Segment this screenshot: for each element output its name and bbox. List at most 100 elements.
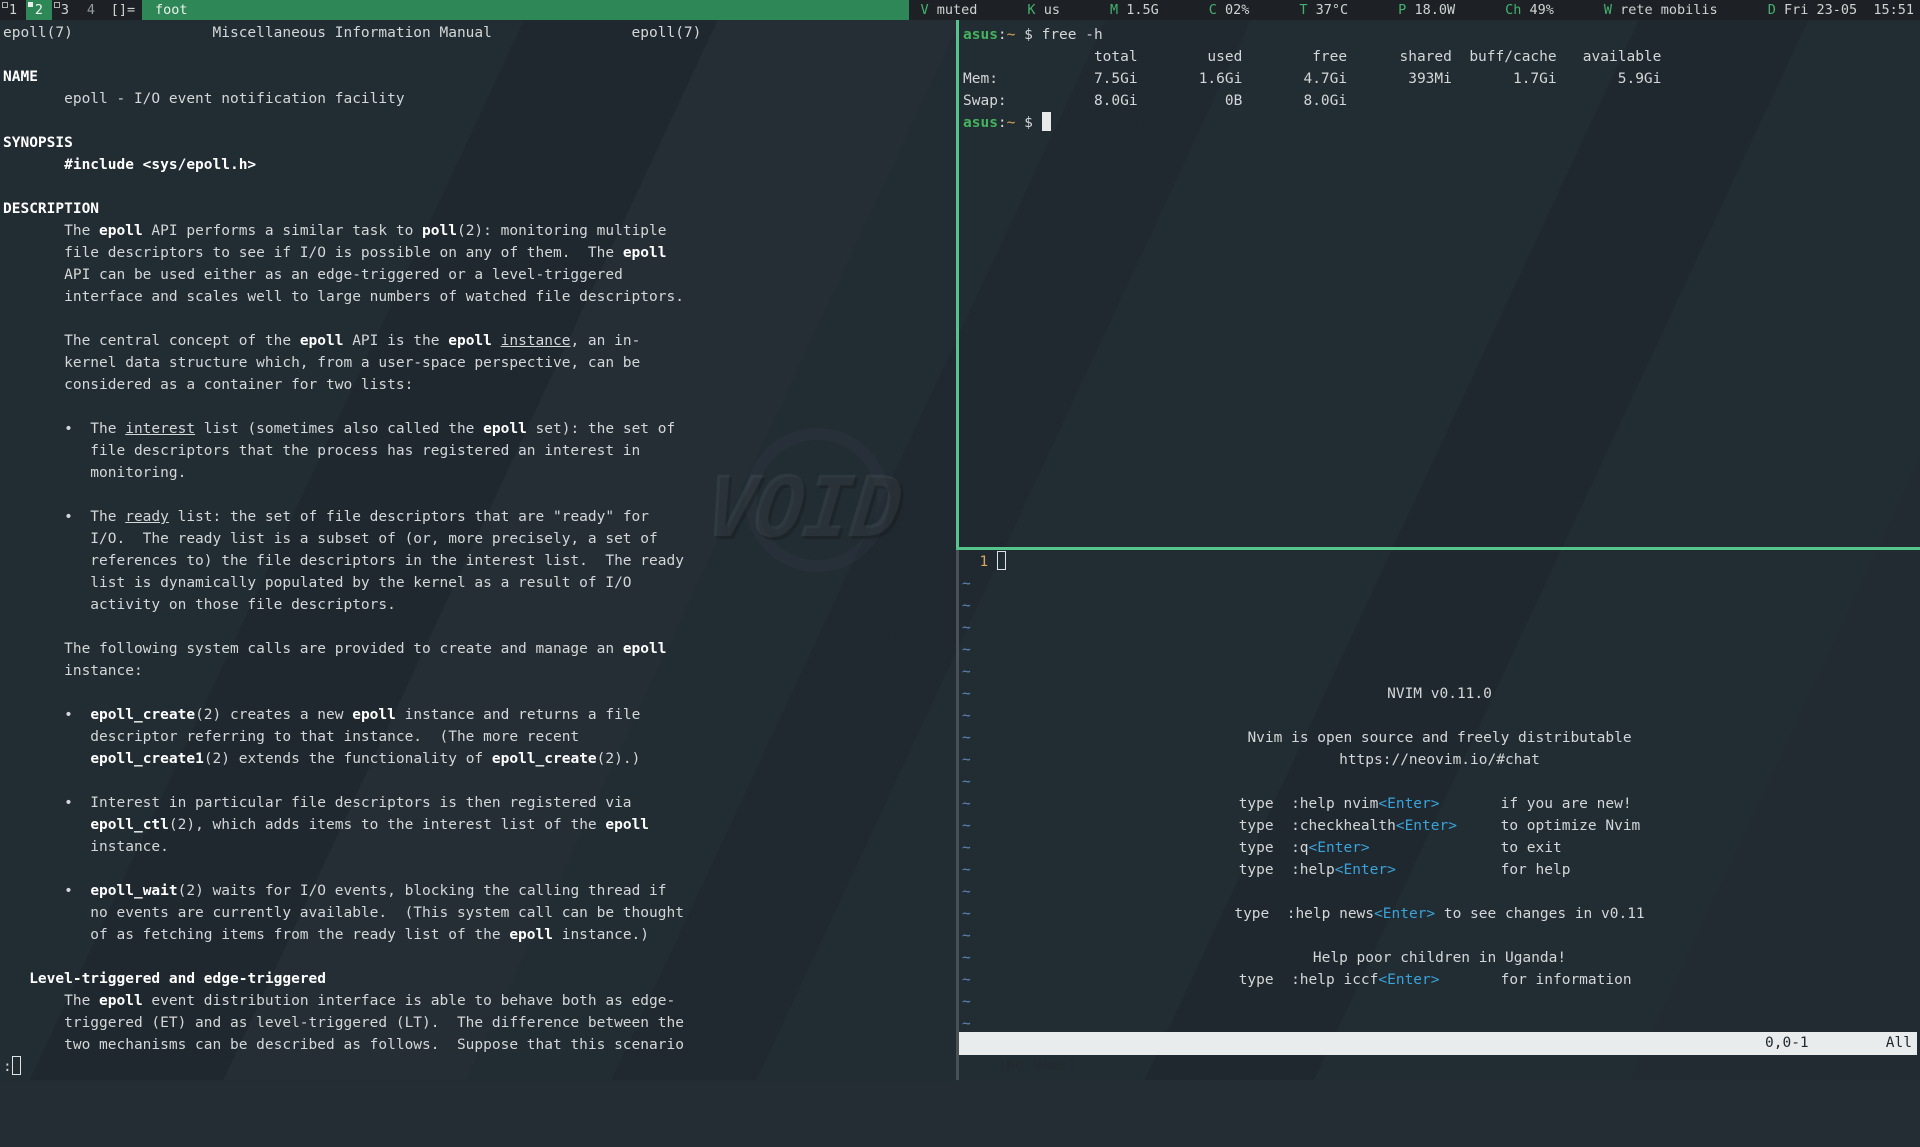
shell-cursor — [1042, 112, 1051, 131]
tilde-marker: ~ — [962, 906, 971, 922]
man-line: epoll(7) Miscellaneous Information Manua… — [0, 22, 956, 44]
tag-label: 3 — [61, 2, 69, 18]
tilde-marker: ~ — [962, 620, 971, 636]
status-item: Ch 49% — [1505, 0, 1554, 20]
man-line — [0, 484, 956, 506]
man-line — [0, 946, 956, 968]
terminal-output-line: Mem: 7.5Gi 1.6Gi 4.7Gi 393Mi 1.7Gi 5.9Gi — [959, 68, 1920, 90]
tilde-marker: ~ — [962, 840, 971, 856]
prompt-row: asus:~ $ — [959, 112, 1920, 134]
pager-cursor — [12, 1056, 21, 1075]
layout-indicator[interactable]: []= — [104, 0, 142, 20]
tilde-marker: ~ — [962, 730, 971, 746]
man-line: file descriptors that the process has re… — [0, 440, 956, 462]
nvim-row: ~type :q<Enter> to exit — [959, 815, 1920, 837]
neovim-window[interactable]: 1 ~~~~~NVIM v0.11.0~~Nvim is open source… — [959, 550, 1920, 1080]
man-line: #include <sys/epoll.h> — [0, 154, 956, 176]
man-page-terminal[interactable]: epoll(7) Miscellaneous Information Manua… — [0, 20, 956, 1082]
man-line: epoll - I/O event notification facility — [0, 88, 956, 110]
workspace-tag[interactable]: 3 — [52, 0, 78, 20]
tilde-marker: ~ — [962, 884, 971, 900]
nvim-row: ~type :help<Enter> for help — [959, 837, 1920, 859]
tilde-marker: ~ — [962, 664, 971, 680]
man-line: DESCRIPTION — [0, 198, 956, 220]
workspace-tag[interactable]: 2 — [26, 0, 52, 20]
status-item: V muted — [921, 0, 978, 20]
man-line — [0, 308, 956, 330]
terminal-rows: asus:~ $ free -h total used free shared … — [959, 24, 1920, 134]
prompt-symbol: $ — [1015, 115, 1041, 131]
man-line — [0, 396, 956, 418]
man-line: no events are currently available. (This… — [0, 902, 956, 924]
nvim-row: ~ — [959, 573, 1920, 595]
status-item: P 18.0W — [1398, 0, 1455, 20]
tag-occupied-indicator — [28, 2, 33, 7]
prompt-symbol: $ — [1015, 27, 1041, 43]
line-number: 1 — [962, 554, 997, 570]
window-border-unfocused-left — [956, 550, 959, 1080]
window-border-focused-left — [956, 20, 959, 547]
tilde-marker: ~ — [962, 950, 971, 966]
tilde-marker: ~ — [962, 752, 971, 768]
tilde-marker: ~ — [962, 1016, 971, 1032]
man-line: • The interest list (sometimes also call… — [0, 418, 956, 440]
window-border-focused-bottom — [956, 547, 1920, 550]
nvim-row: ~Nvim is open source and freely distribu… — [959, 705, 1920, 727]
man-line: interface and scales well to large numbe… — [0, 286, 956, 308]
status-item-key: V — [921, 2, 929, 18]
man-line: SYNOPSIS — [0, 132, 956, 154]
man-line — [0, 616, 956, 638]
prompt-row: asus:~ $ free -h — [959, 24, 1920, 46]
shell-terminal[interactable]: asus:~ $ free -h total used free shared … — [959, 20, 1920, 552]
nvim-row: ~ — [959, 991, 1920, 1013]
workspace-tag[interactable]: 4 — [78, 0, 104, 20]
man-line: of as fetching items from the ready list… — [0, 924, 956, 946]
man-line: • epoll_create(2) creates a new epoll in… — [0, 704, 956, 726]
man-line: monitoring. — [0, 462, 956, 484]
status-item-value: 18.0W — [1406, 2, 1455, 18]
status-item-key: T — [1299, 2, 1307, 18]
man-line: epoll_create1(2) extends the functionali… — [0, 748, 956, 770]
nvim-buffer-row: 1 — [959, 551, 1920, 573]
tilde-marker: ~ — [962, 576, 971, 592]
tag-label: 2 — [35, 2, 43, 18]
tag-label: 1 — [9, 2, 17, 18]
nvim-row: ~type :help iccf<Enter> for information — [959, 947, 1920, 969]
status-item-value: 49% — [1521, 2, 1554, 18]
workspace-tag[interactable]: 1 — [0, 0, 26, 20]
status-item-key: K — [1027, 2, 1035, 18]
tilde-marker: ~ — [962, 818, 971, 834]
man-line: The central concept of the epoll API is … — [0, 330, 956, 352]
statusline-scroll-position: All — [1886, 1032, 1912, 1055]
status-item-key: C — [1209, 2, 1217, 18]
status-item-value: Fri 23-05 15:51 — [1776, 2, 1914, 18]
statusline-filename: [No Name] — [994, 1058, 1077, 1074]
status-item-key: Ch — [1505, 2, 1521, 18]
status-item: T 37°C — [1299, 0, 1348, 20]
man-line: references to) the file descriptors in t… — [0, 550, 956, 572]
nvim-row: ~type :checkhealth<Enter> to optimize Nv… — [959, 793, 1920, 815]
status-item-key: D — [1768, 2, 1776, 18]
nvim-row: ~ — [959, 639, 1920, 661]
status-item: K us — [1027, 0, 1060, 20]
status-item-value: 1.5G — [1118, 2, 1159, 18]
status-item-key: W — [1604, 2, 1612, 18]
nvim-row: ~ — [959, 969, 1920, 991]
tilde-marker: ~ — [962, 708, 971, 724]
nvim-row: ~ — [959, 683, 1920, 705]
man-page-lines: epoll(7) Miscellaneous Information Manua… — [0, 22, 956, 1056]
status-item: D Fri 23-05 15:51 — [1768, 0, 1914, 20]
tag-occupied-indicator — [54, 2, 60, 8]
tilde-marker: ~ — [962, 994, 971, 1010]
man-line: epoll_ctl(2), which adds items to the in… — [0, 814, 956, 836]
man-line: • epoll_wait(2) waits for I/O events, bl… — [0, 880, 956, 902]
man-line: NAME — [0, 66, 956, 88]
nvim-row: ~ — [959, 595, 1920, 617]
nvim-row: ~ — [959, 903, 1920, 925]
man-line — [0, 176, 956, 198]
man-line: considered as a container for two lists: — [0, 374, 956, 396]
nvim-cursor — [997, 551, 1006, 570]
nvim-row: ~ — [959, 749, 1920, 771]
nvim-row: ~Help poor children in Uganda! — [959, 925, 1920, 947]
man-line — [0, 858, 956, 880]
